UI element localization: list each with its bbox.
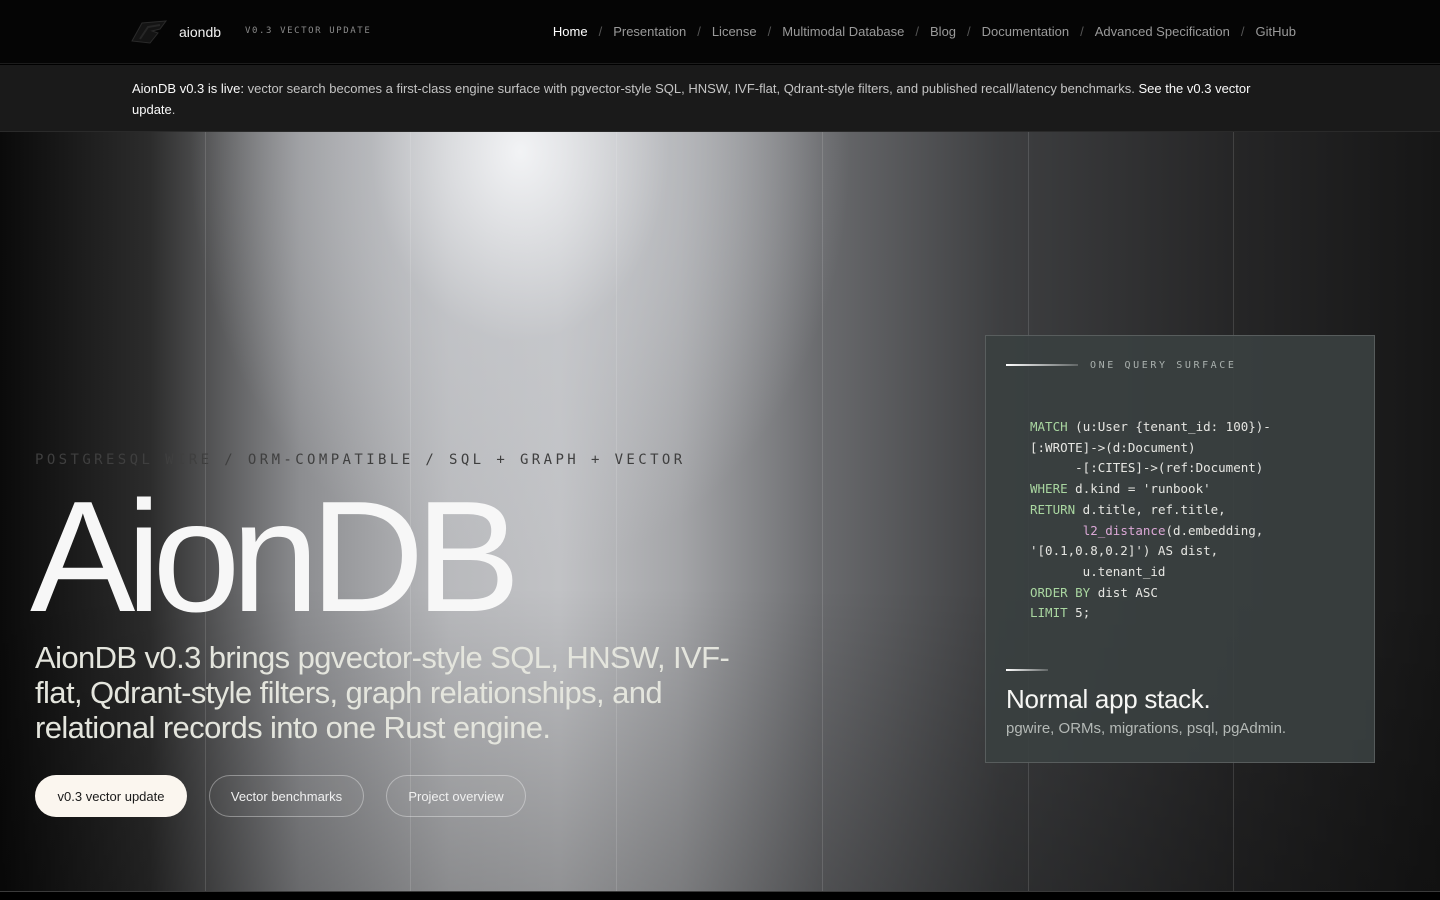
- project-overview-button[interactable]: Project overview: [386, 775, 526, 817]
- hero-eyebrow: POSTGRESQL WIRE / ORM-COMPATIBLE / SQL +…: [35, 452, 686, 468]
- code-line: MATCH (u:User {tenant_id: 100})-: [1030, 417, 1271, 438]
- code-token: [:WROTE]->(d:Document): [1030, 439, 1196, 455]
- nav-link-advanced-specification[interactable]: Advanced Specification: [1095, 24, 1230, 39]
- code-token: d.kind = 'runbook': [1067, 481, 1211, 497]
- announcement-bar: AionDB v0.3 is live: vector search becom…: [0, 65, 1440, 132]
- grid-line: [822, 132, 823, 892]
- code-line: l2_distance(d.embedding,: [1030, 521, 1271, 542]
- announcement-lead: AionDB v0.3 is live:: [132, 81, 244, 96]
- card-accent-rule: [1006, 669, 1048, 671]
- code-keyword: ORDER BY: [1030, 584, 1091, 600]
- nav-separator: /: [767, 24, 772, 39]
- hero-title: AionDB: [30, 469, 521, 645]
- hero-subtitle: AionDB v0.3 brings pgvector-style SQL, H…: [35, 640, 730, 745]
- brand-name[interactable]: aiondb: [179, 24, 221, 40]
- code-line: u.tenant_id: [1030, 562, 1271, 583]
- code-function: l2_distance: [1082, 522, 1166, 538]
- v03-vector-update-button[interactable]: v0.3 vector update: [35, 775, 187, 817]
- code-keyword: LIMIT: [1030, 605, 1068, 621]
- code-token: (u:User {tenant_id: 100})-: [1067, 419, 1271, 434]
- announcement-text: AionDB v0.3 is live: vector search becom…: [132, 78, 1292, 120]
- card-label: ONE QUERY SURFACE: [1090, 360, 1237, 371]
- code-token: d.title, ref.title,: [1075, 501, 1226, 517]
- top-navigation-bar: aiondb V0.3 VECTOR UPDATE Home / Presentat…: [0, 0, 1440, 64]
- code-token: '[0.1,0.8,0.2]') AS dist,: [1030, 543, 1219, 559]
- query-code-block: MATCH (u:User {tenant_id: 100})- [:WROTE]…: [1030, 417, 1271, 624]
- announcement-body: vector search becomes a first-class engi…: [244, 81, 1139, 96]
- code-token: dist ASC: [1090, 584, 1158, 600]
- nav-link-home[interactable]: Home: [553, 24, 588, 39]
- code-token: (d.embedding,: [1165, 522, 1264, 538]
- nav-link-blog[interactable]: Blog: [930, 24, 956, 39]
- query-surface-card: ONE QUERY SURFACE MATCH (u:User {tenant_…: [985, 335, 1375, 763]
- card-subtitle: pgwire, ORMs, migrations, psql, pgAdmin.: [1006, 720, 1287, 737]
- vector-benchmarks-button[interactable]: Vector benchmarks: [209, 775, 364, 817]
- code-line: WHERE d.kind = 'runbook': [1030, 479, 1271, 500]
- announcement-tail: .: [171, 102, 176, 117]
- nav-separator: /: [697, 24, 701, 39]
- nav-link-multimodal-database[interactable]: Multimodal Database: [782, 24, 904, 39]
- card-title: Normal app stack.: [1006, 684, 1211, 714]
- main-nav: Home / Presentation / License / Multimodal Dat…: [553, 24, 1296, 39]
- nav-separator: /: [1240, 24, 1245, 39]
- nav-link-documentation[interactable]: Documentation: [982, 24, 1069, 39]
- code-line: RETURN d.title, ref.title,: [1030, 500, 1271, 521]
- code-token: 5;: [1067, 605, 1091, 621]
- code-line: ORDER BY dist ASC: [1030, 583, 1271, 604]
- code-keyword: WHERE: [1030, 481, 1068, 497]
- code-token: u.tenant_id: [1030, 563, 1166, 579]
- code-line: '[0.1,0.8,0.2]') AS dist,: [1030, 541, 1271, 562]
- code-token: -[:CITES]->(ref:Document): [1030, 460, 1264, 476]
- code-line: LIMIT 5;: [1030, 603, 1271, 624]
- nav-link-license[interactable]: License: [712, 24, 757, 39]
- code-keyword: MATCH: [1030, 419, 1068, 434]
- nav-link-presentation[interactable]: Presentation: [613, 24, 686, 39]
- nav-link-github[interactable]: GitHub: [1256, 24, 1296, 39]
- nav-separator: /: [1080, 24, 1084, 39]
- aiondb-logo-icon[interactable]: [130, 19, 168, 45]
- code-keyword: RETURN: [1030, 501, 1076, 517]
- hero-bottom-border: [0, 891, 1440, 900]
- code-line: -[:CITES]->(ref:Document): [1030, 458, 1271, 479]
- code-line: [:WROTE]->(d:Document): [1030, 438, 1271, 459]
- nav-separator: /: [598, 24, 603, 39]
- nav-separator: /: [967, 24, 971, 39]
- version-tag: V0.3 VECTOR UPDATE: [245, 26, 372, 36]
- grid-line: [616, 132, 617, 892]
- card-accent-rule: [1006, 364, 1078, 366]
- nav-separator: /: [915, 24, 920, 39]
